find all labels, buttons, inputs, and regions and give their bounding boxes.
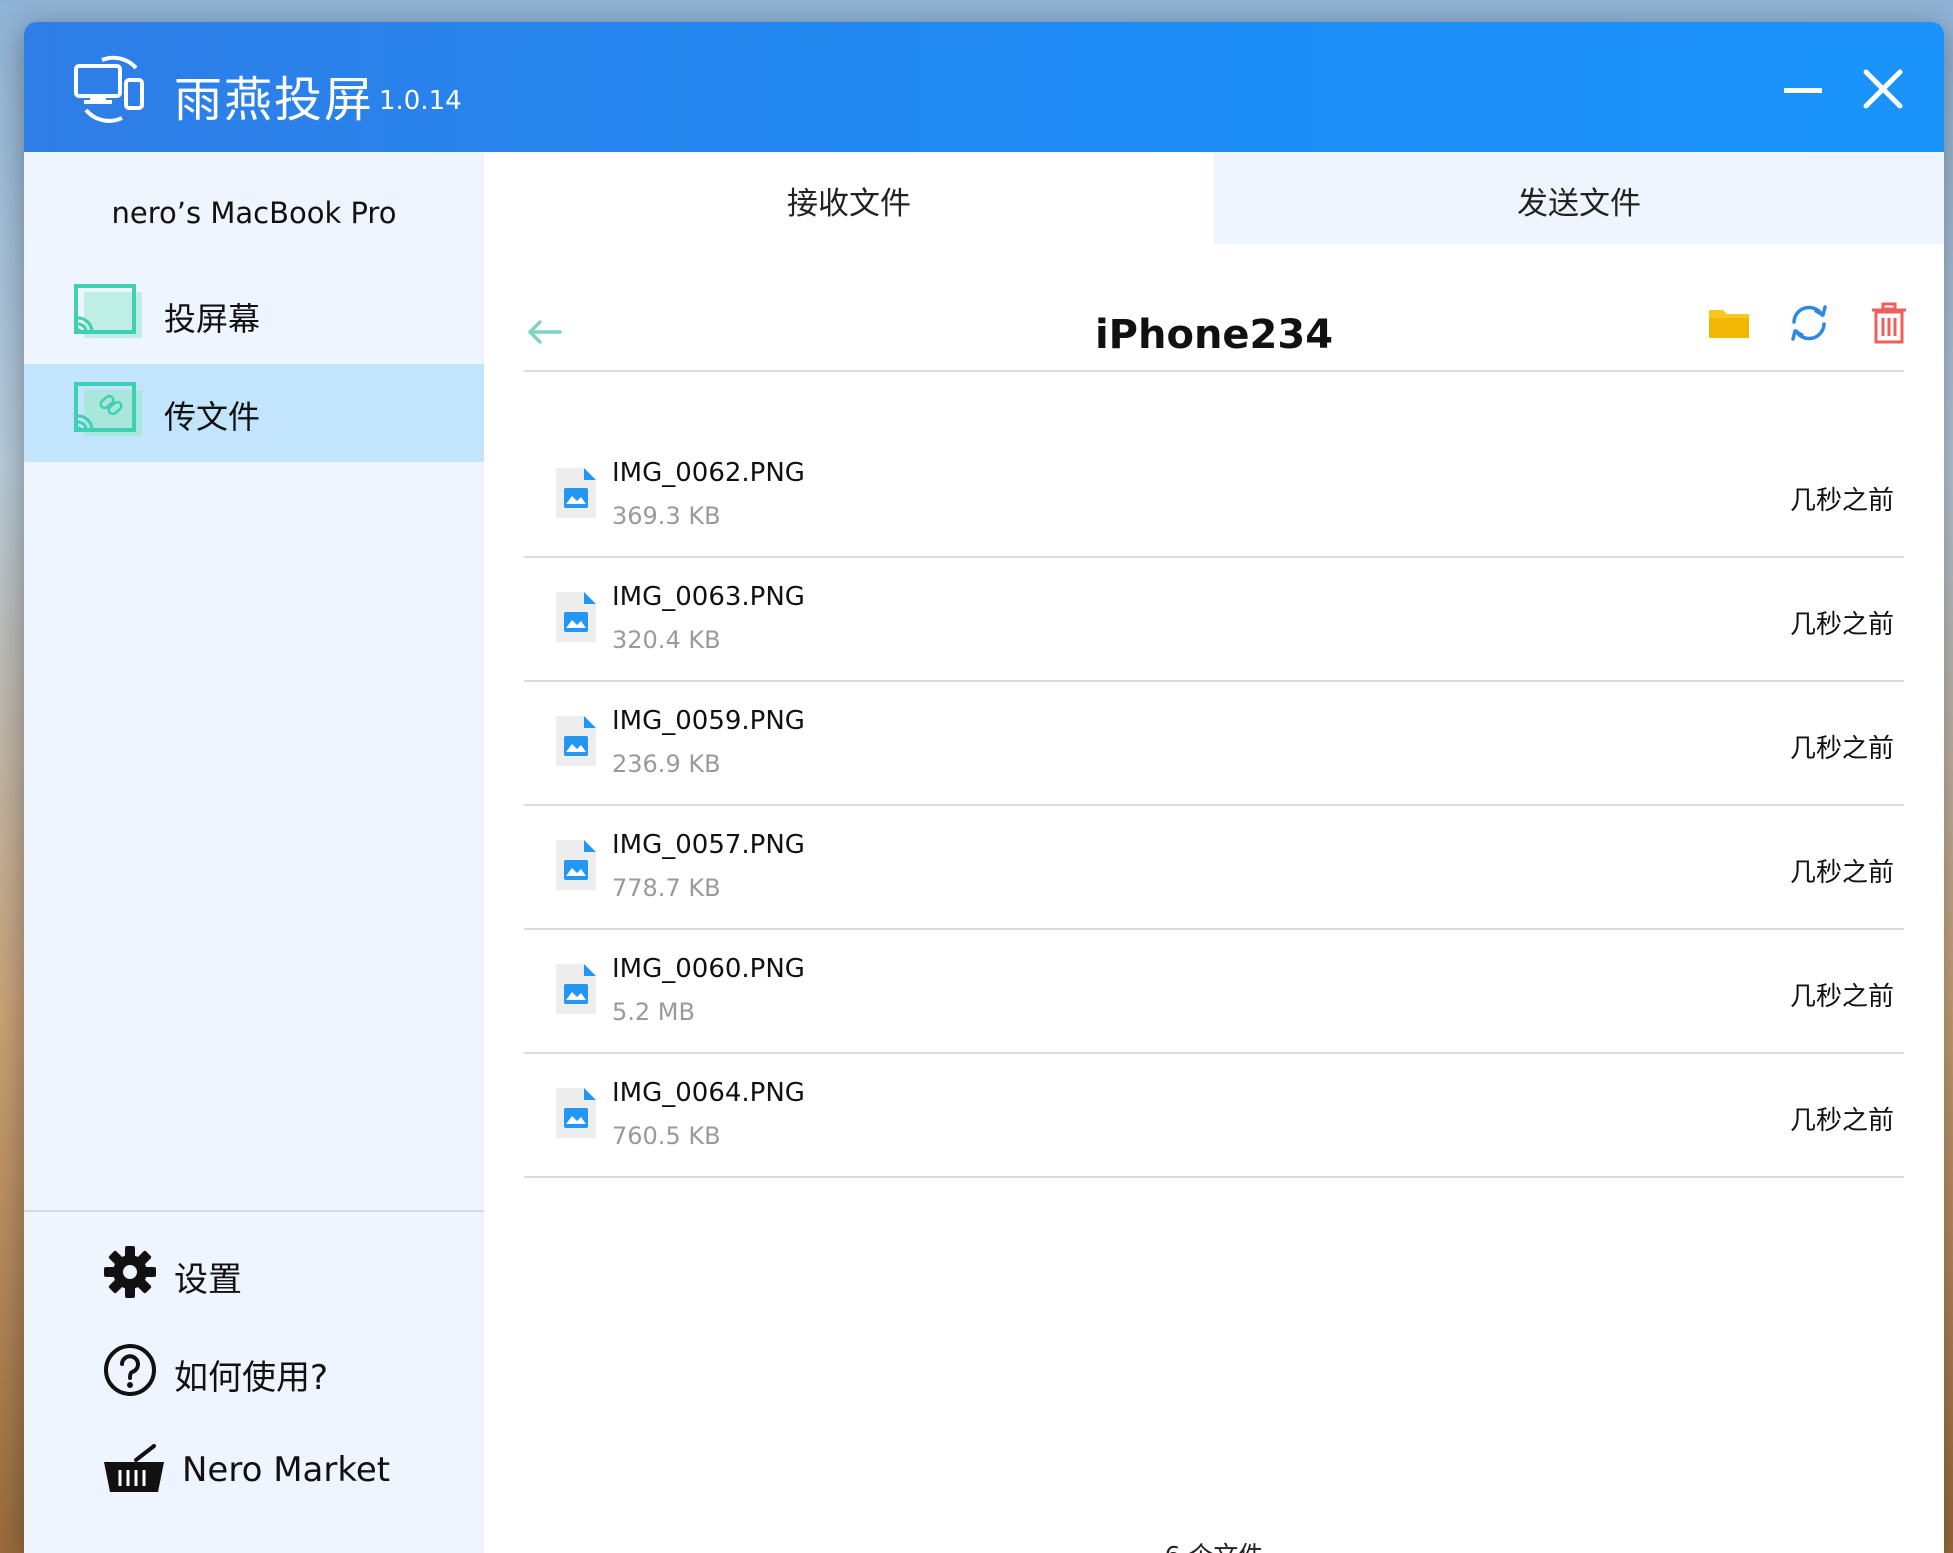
nav-transfer-files[interactable]: 传文件 xyxy=(24,364,484,462)
help-button[interactable]: 如何使用? xyxy=(102,1338,442,1402)
app-version: 1.0.14 xyxy=(379,86,462,116)
file-size: 236.9 KB xyxy=(612,750,721,778)
image-file-icon xyxy=(556,964,596,1014)
file-name: IMG_0064.PNG xyxy=(612,1078,805,1108)
file-list: IMG_0062.PNG 369.3 KB 几秒之前 IMG_0063.PNG … xyxy=(524,434,1904,1178)
gear-icon xyxy=(104,1246,156,1298)
file-time: 几秒之前 xyxy=(1789,610,1894,640)
file-size: 320.4 KB xyxy=(612,626,721,654)
trash-icon[interactable] xyxy=(1866,300,1912,346)
nav-cast-screen[interactable]: 投屏幕 xyxy=(24,266,484,364)
image-file-icon xyxy=(556,592,596,642)
question-icon xyxy=(104,1344,156,1396)
sidebar: nero’s MacBook Pro 投屏幕 传文件 设置 如何使用? Nero… xyxy=(24,152,484,1553)
file-row[interactable]: IMG_0059.PNG 236.9 KB 几秒之前 xyxy=(524,682,1904,806)
file-size: 5.2 MB xyxy=(612,998,695,1026)
main-panel: 接收文件 发送文件 iPhone234 IMG_0062.PNG 369.3 K… xyxy=(484,152,1944,1553)
file-name: IMG_0059.PNG xyxy=(612,706,805,736)
file-time: 几秒之前 xyxy=(1789,1106,1894,1136)
app-title: 雨燕投屏 xyxy=(174,72,375,128)
file-row[interactable]: IMG_0064.PNG 760.5 KB 几秒之前 xyxy=(524,1054,1904,1178)
title-bar: 雨燕投屏 1.0.14 xyxy=(24,22,1944,152)
app-window: 雨燕投屏 1.0.14 nero’s MacBook Pro 投屏幕 传文件 设… xyxy=(24,22,1944,1553)
file-name: IMG_0063.PNG xyxy=(612,582,805,612)
folder-icon[interactable] xyxy=(1706,300,1752,346)
file-time: 几秒之前 xyxy=(1789,734,1894,764)
image-file-icon xyxy=(556,468,596,518)
device-name: nero’s MacBook Pro xyxy=(111,196,397,230)
file-row[interactable]: IMG_0062.PNG 369.3 KB 几秒之前 xyxy=(524,434,1904,558)
nero-market-label: Nero Market xyxy=(182,1450,391,1490)
nav-label-transfer-files: 传文件 xyxy=(164,398,261,436)
device-header: iPhone234 xyxy=(524,300,1906,372)
close-icon[interactable] xyxy=(1860,66,1906,112)
file-time: 几秒之前 xyxy=(1789,982,1894,1012)
back-arrow-icon[interactable] xyxy=(524,312,564,352)
sidebar-divider xyxy=(24,1210,484,1212)
image-file-icon xyxy=(556,1088,596,1138)
file-size: 369.3 KB xyxy=(612,502,721,530)
file-row[interactable]: IMG_0060.PNG 5.2 MB 几秒之前 xyxy=(524,930,1904,1054)
file-time: 几秒之前 xyxy=(1789,858,1894,888)
tab-send-files[interactable]: 发送文件 xyxy=(1214,152,1944,244)
settings-label: 设置 xyxy=(174,1260,242,1300)
cast-screen-icon xyxy=(74,284,142,338)
minimize-icon[interactable] xyxy=(1780,66,1826,112)
file-size: 778.7 KB xyxy=(612,874,721,902)
file-name: IMG_0060.PNG xyxy=(612,954,805,984)
basket-icon xyxy=(104,1444,164,1492)
nero-market-button[interactable]: Nero Market xyxy=(102,1438,442,1502)
help-label: 如何使用? xyxy=(174,1358,329,1398)
app-logo-icon xyxy=(74,55,144,123)
nav-label-cast-screen: 投屏幕 xyxy=(164,300,261,338)
refresh-icon[interactable] xyxy=(1786,300,1832,346)
file-count: 6 个文件 xyxy=(484,1536,1944,1553)
file-name: IMG_0062.PNG xyxy=(612,458,805,488)
image-file-icon xyxy=(556,716,596,766)
file-size: 760.5 KB xyxy=(612,1122,721,1150)
image-file-icon xyxy=(556,840,596,890)
tab-receive-files[interactable]: 接收文件 xyxy=(484,152,1214,244)
settings-button[interactable]: 设置 xyxy=(102,1240,442,1304)
cast-file-link-icon xyxy=(74,382,142,436)
file-name: IMG_0057.PNG xyxy=(612,830,805,860)
file-row[interactable]: IMG_0057.PNG 778.7 KB 几秒之前 xyxy=(524,806,1904,930)
file-time: 几秒之前 xyxy=(1789,486,1894,516)
file-row[interactable]: IMG_0063.PNG 320.4 KB 几秒之前 xyxy=(524,558,1904,682)
device-title: iPhone234 xyxy=(1094,312,1334,358)
